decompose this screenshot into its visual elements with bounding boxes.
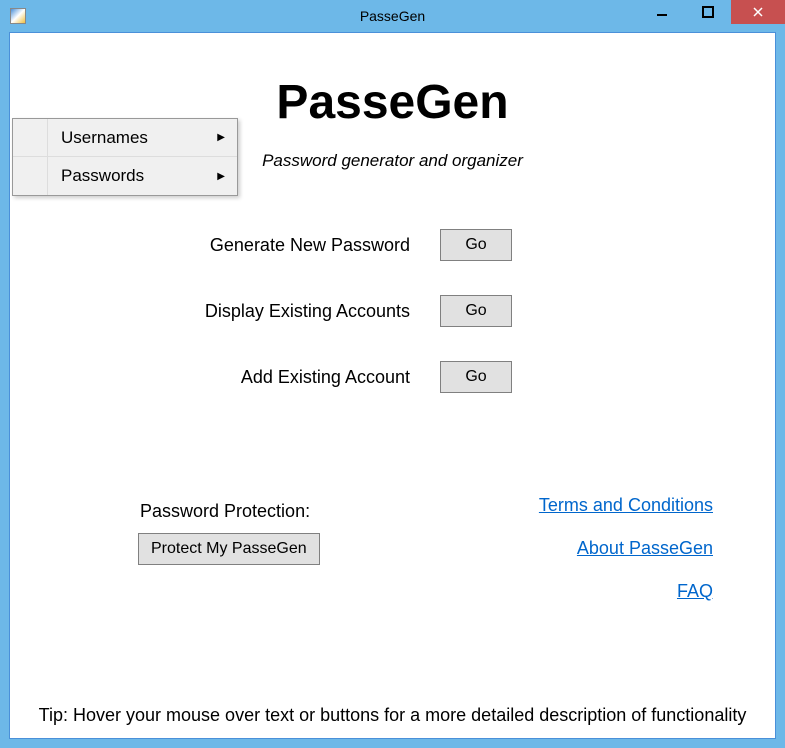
action-label: Display Existing Accounts bbox=[180, 301, 440, 322]
app-window: PasseGen Usernames ▶ Passwords ▶ Passe bbox=[0, 0, 785, 748]
action-add: Add Existing Account Go bbox=[180, 361, 512, 393]
menu-item-label: Usernames bbox=[61, 128, 148, 148]
faq-link[interactable]: FAQ bbox=[677, 581, 713, 602]
app-title: PasseGen bbox=[10, 75, 775, 130]
display-go-button[interactable]: Go bbox=[440, 295, 512, 327]
tip-text: Tip: Hover your mouse over text or butto… bbox=[10, 705, 775, 726]
about-link[interactable]: About PasseGen bbox=[577, 538, 713, 559]
action-display: Display Existing Accounts Go bbox=[180, 295, 512, 327]
app-subtitle: Password generator and organizer bbox=[10, 151, 775, 171]
close-button[interactable] bbox=[731, 0, 785, 24]
protect-button[interactable]: Protect My PasseGen bbox=[138, 533, 320, 565]
window-controls bbox=[639, 0, 785, 24]
submenu-arrow-icon: ▶ bbox=[217, 132, 225, 143]
protection-label: Password Protection: bbox=[140, 501, 310, 522]
action-label: Add Existing Account bbox=[180, 367, 440, 388]
action-generate: Generate New Password Go bbox=[180, 229, 512, 261]
maximize-button[interactable] bbox=[685, 0, 731, 24]
add-go-button[interactable]: Go bbox=[440, 361, 512, 393]
titlebar[interactable]: PasseGen bbox=[0, 0, 785, 32]
generate-go-button[interactable]: Go bbox=[440, 229, 512, 261]
terms-link[interactable]: Terms and Conditions bbox=[539, 495, 713, 516]
links-section: Terms and Conditions About PasseGen FAQ bbox=[539, 495, 713, 602]
app-icon bbox=[10, 8, 26, 24]
client-area: Usernames ▶ Passwords ▶ PasseGen Passwor… bbox=[9, 32, 776, 739]
action-label: Generate New Password bbox=[180, 235, 440, 256]
submenu-arrow-icon: ▶ bbox=[217, 171, 225, 182]
minimize-button[interactable] bbox=[639, 0, 685, 24]
